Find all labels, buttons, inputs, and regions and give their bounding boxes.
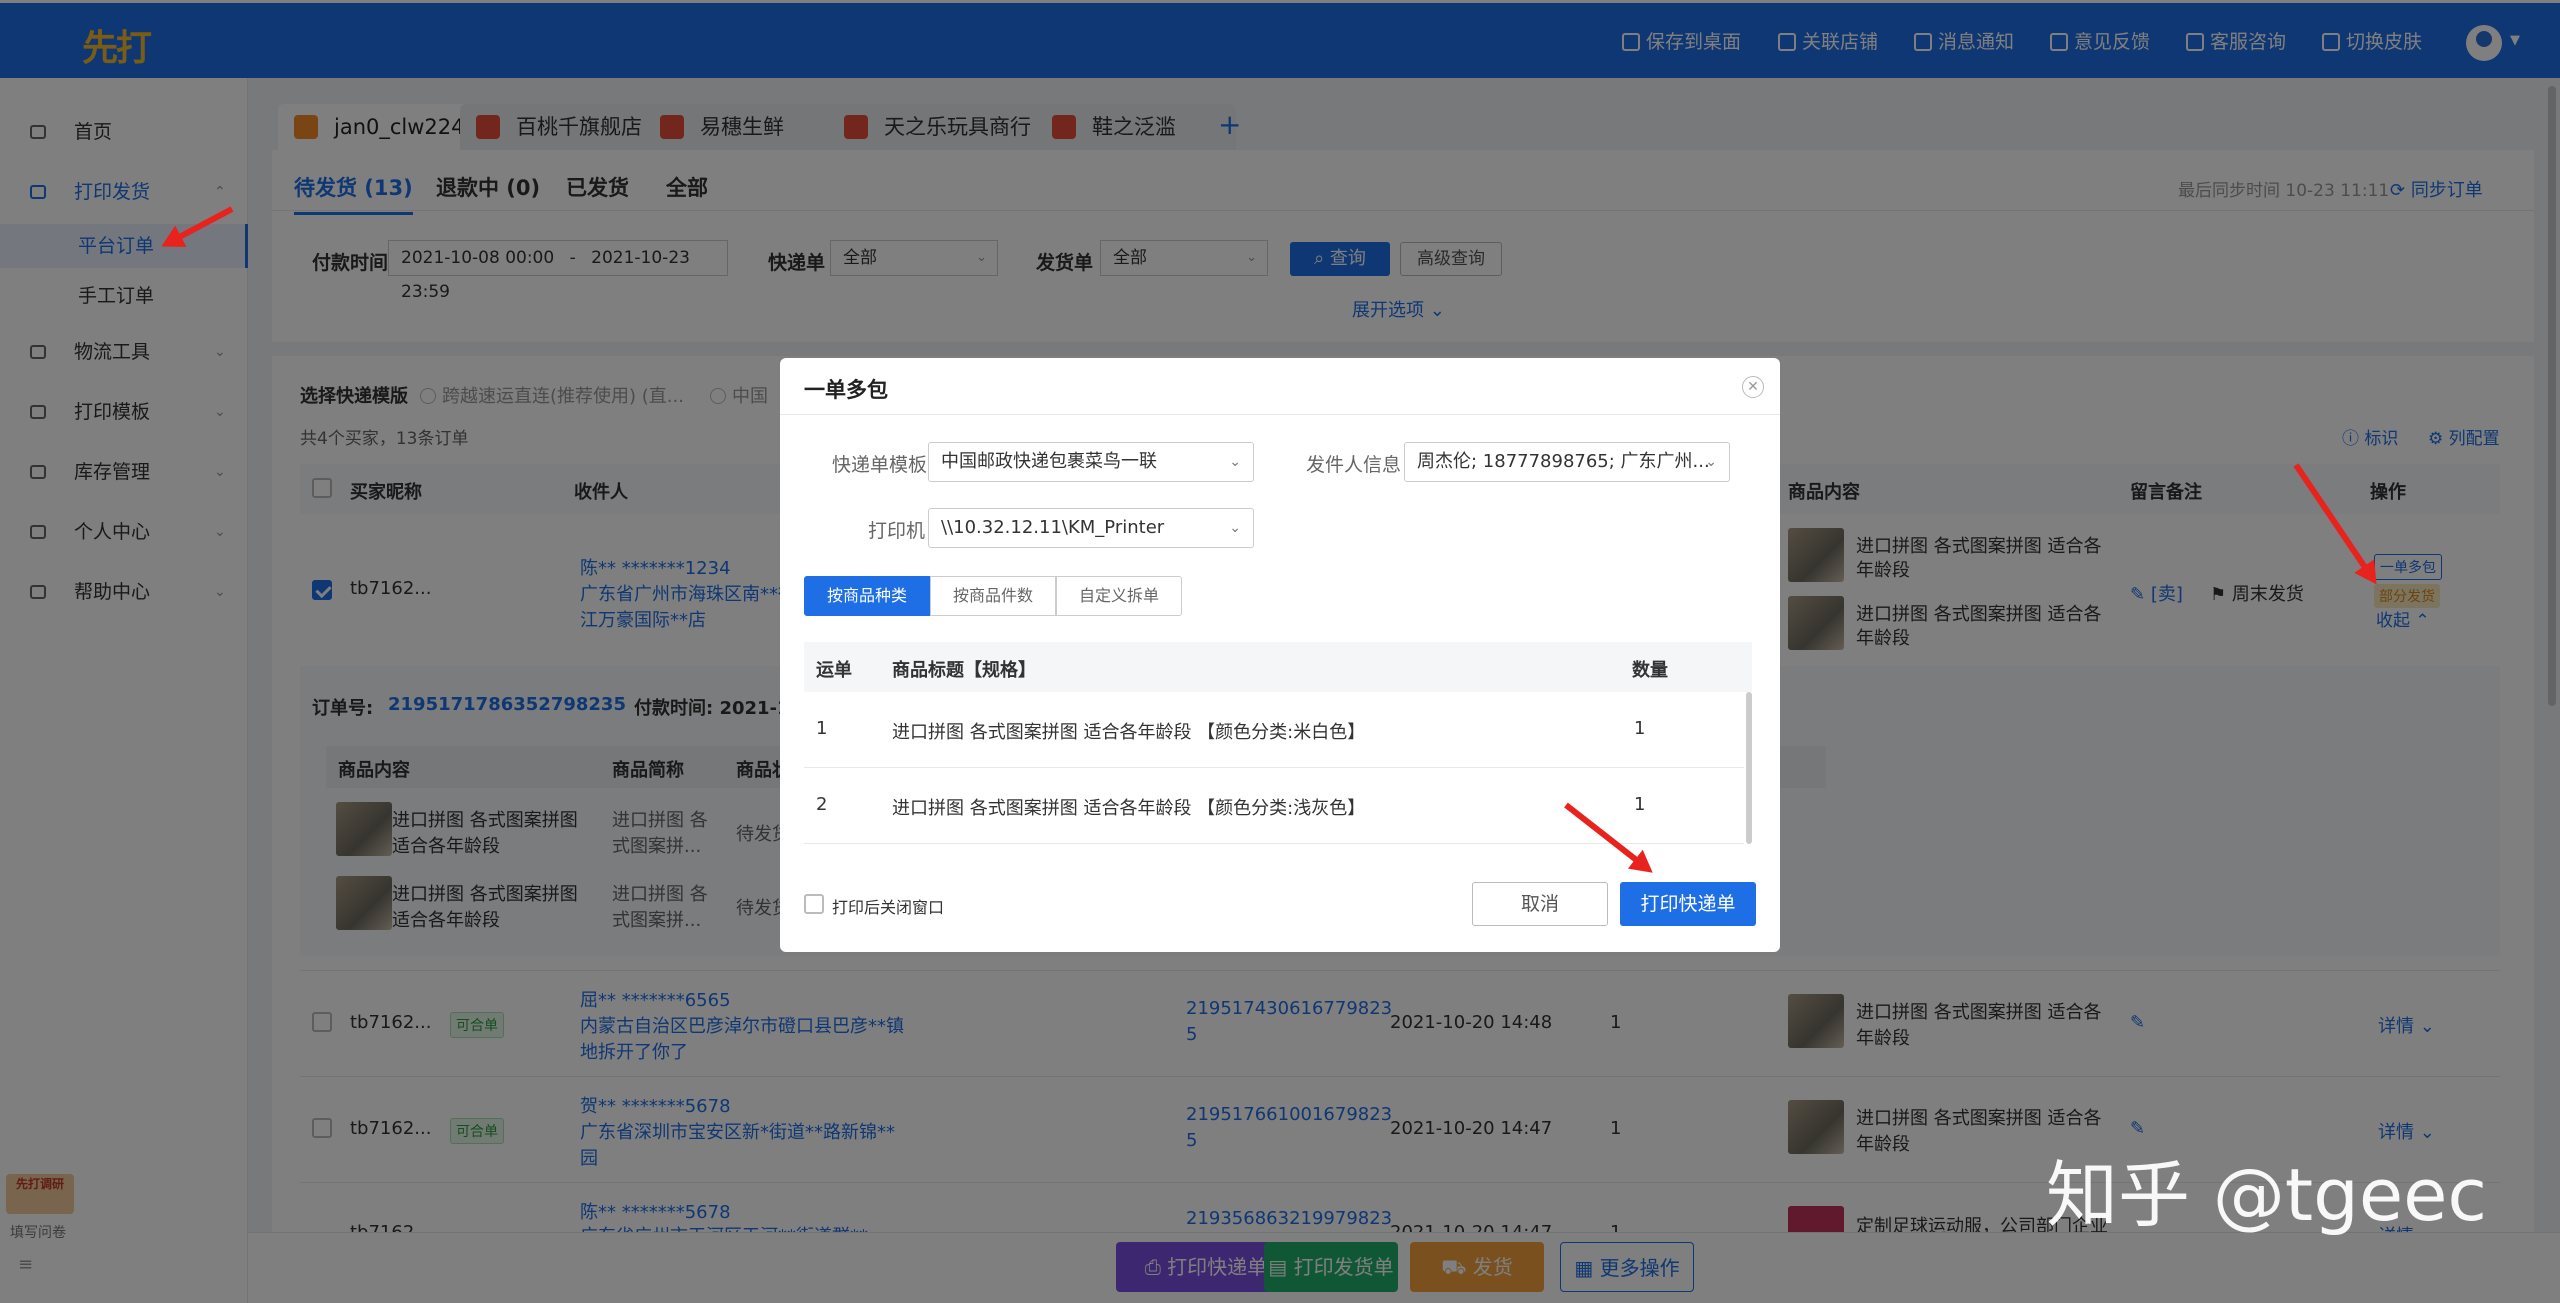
printer-select[interactable]: \\10.32.12.11\KM_Printer ⌄ xyxy=(928,508,1254,548)
close-after-print-checkbox[interactable] xyxy=(804,894,824,914)
close-icon[interactable]: ✕ xyxy=(1742,376,1764,398)
watermark: 知乎 @tgeec xyxy=(2046,1153,2488,1237)
print-express-button[interactable]: 打印快递单 xyxy=(1620,882,1756,926)
sender-select[interactable]: 周杰伦; 18777898765; 广东广州... ⌄ xyxy=(1404,442,1730,482)
printer-label: 打印机 xyxy=(868,520,926,542)
sender-select-value: 周杰伦; 18777898765; 广东广州... xyxy=(1417,451,1710,472)
col-quantity: 数量 xyxy=(1632,660,1668,681)
goods-title: 进口拼图 各式图案拼图 适合各年龄段 【颜色分类:浅灰色】 xyxy=(892,798,1366,819)
chevron-down-icon: ⌄ xyxy=(1705,454,1717,470)
template-label: 快递单模板 xyxy=(832,454,928,476)
close-after-print-label[interactable]: 打印后关闭窗口 xyxy=(832,894,944,918)
dialog-title: 一单多包 xyxy=(804,378,888,402)
printer-select-value: \\10.32.12.11\KM_Printer xyxy=(941,517,1165,538)
waybill-no: 1 xyxy=(816,718,828,739)
goods-qty: 1 xyxy=(1634,718,1646,739)
waybill-no: 2 xyxy=(816,794,828,815)
split-by-count-tab[interactable]: 按商品件数 xyxy=(930,576,1056,616)
split-custom-tab[interactable]: 自定义拆单 xyxy=(1056,576,1182,616)
template-select[interactable]: 中国邮政快递包裹菜鸟一联 ⌄ xyxy=(928,442,1254,482)
table-scrollbar[interactable] xyxy=(1746,692,1752,844)
chevron-down-icon: ⌄ xyxy=(1229,454,1241,470)
col-waybill: 运单 xyxy=(816,660,852,681)
cancel-button[interactable]: 取消 xyxy=(1472,882,1608,926)
sender-label: 发件人信息 xyxy=(1306,454,1402,476)
goods-qty: 1 xyxy=(1634,794,1646,815)
multi-package-dialog: 一单多包 ✕ 快递单模板 中国邮政快递包裹菜鸟一联 ⌄ 发件人信息 周杰伦; 18… xyxy=(780,358,1780,952)
split-by-kind-tab[interactable]: 按商品种类 xyxy=(804,576,930,616)
goods-title: 进口拼图 各式图案拼图 适合各年龄段 【颜色分类:米白色】 xyxy=(892,722,1366,743)
template-select-value: 中国邮政快递包裹菜鸟一联 xyxy=(941,451,1157,472)
divider xyxy=(780,414,1780,415)
package-table: 运单 商品标题【规格】 数量 1 进口拼图 各式图案拼图 适合各年龄段 【颜色分… xyxy=(804,642,1752,844)
col-goods-title: 商品标题【规格】 xyxy=(892,660,1036,681)
chevron-down-icon: ⌄ xyxy=(1229,520,1241,536)
table-row: 1 进口拼图 各式图案拼图 适合各年龄段 【颜色分类:米白色】 1 xyxy=(804,692,1744,768)
